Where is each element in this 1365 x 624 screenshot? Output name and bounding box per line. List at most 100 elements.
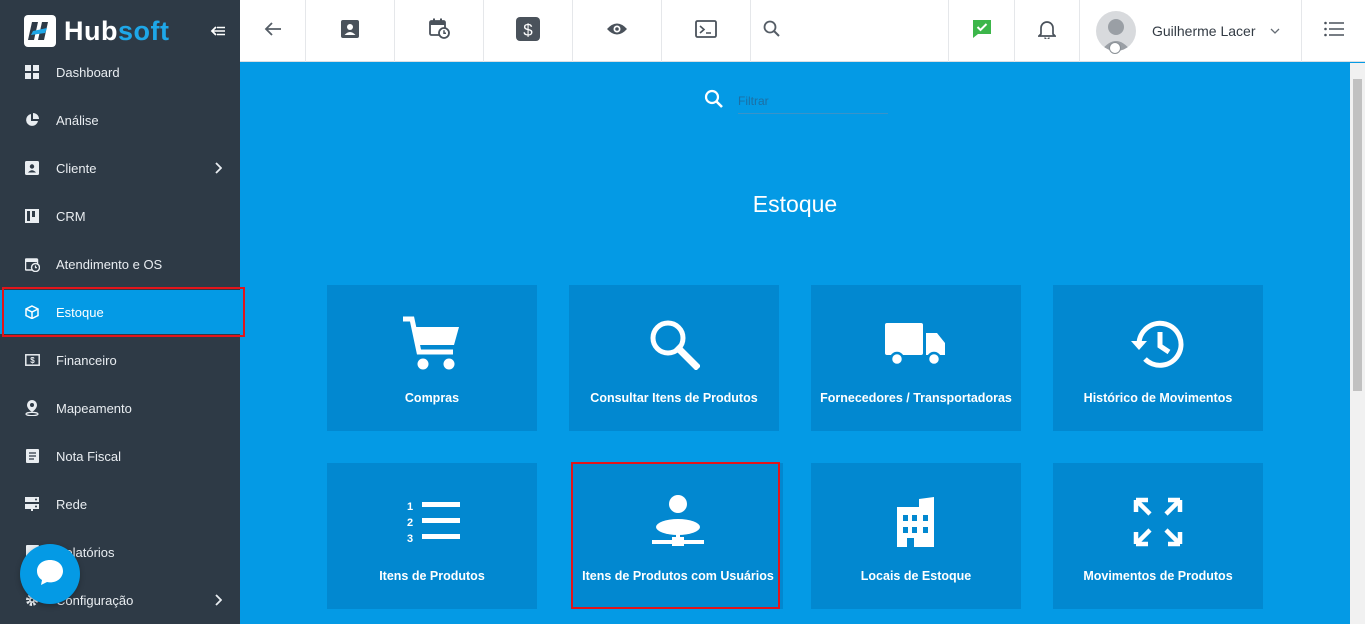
sidebar-item-label: Rede [56,496,88,512]
tile-itens-produtos-usuarios[interactable]: Itens de Produtos com Usuários [573,463,783,609]
terminal-icon [695,19,717,43]
sidebar-item-rede[interactable]: Rede [0,482,240,526]
user-network-icon [573,491,783,553]
sidebar-item-label: Nota Fiscal [56,448,122,464]
sidebar-item-label: Estoque [56,304,104,320]
tile-label: Itens de Produtos com Usuários [582,569,774,583]
filter-input[interactable] [738,89,888,114]
sidebar-item-crm[interactable]: CRM [0,194,240,238]
sidebar-item-label: Financeiro [56,352,117,368]
tile-itens-produtos[interactable]: 1 2 3 Itens de Produtos [327,463,537,609]
svg-text:1: 1 [407,501,413,513]
sidebar-item-label: CRM [56,208,86,224]
user-menu[interactable]: Guilherme Lacer [1080,0,1302,62]
document-icon [24,448,40,464]
chat-bubble-icon [34,557,66,592]
scrollbar-thumb[interactable] [1353,79,1362,391]
calendar-clock-icon [24,256,40,272]
check-message-icon [972,19,992,44]
brand-logo-icon [24,15,56,47]
schedule-shortcut-button[interactable] [395,0,484,62]
finance-shortcut-button[interactable]: $ [484,0,573,62]
tile-label: Movimentos de Produtos [1083,569,1233,583]
tile-historico[interactable]: Histórico de Movimentos [1053,285,1263,431]
tile-label: Compras [404,391,460,405]
sidebar-item-estoque[interactable]: Estoque [0,290,240,334]
shopping-cart-icon [327,313,537,375]
dollar-icon: $ [516,16,540,46]
terminal-shortcut-button[interactable] [662,0,751,62]
back-button[interactable] [240,0,306,62]
global-search-button[interactable] [751,0,792,62]
chevron-right-icon [214,594,223,609]
svg-text:2: 2 [407,517,413,529]
history-icon [1053,313,1263,375]
server-icon [24,496,40,512]
notifications-button[interactable] [1015,0,1080,62]
contact-card-icon [341,19,359,43]
kanban-icon [24,208,40,224]
chevron-down-icon [1270,22,1280,40]
sidebar-item-label: Análise [56,112,99,128]
dashboard-icon [24,64,40,80]
collapse-sidebar-icon[interactable] [209,22,227,40]
chat-button[interactable] [20,544,80,604]
brand-name-part1: Hub [64,15,118,46]
sidebar-item-label: Atendimento e OS [56,256,163,272]
sidebar-item-label: Mapeamento [56,400,132,416]
clients-shortcut-button[interactable] [306,0,395,62]
tile-label: Locais de Estoque [860,569,972,583]
filter-search [704,89,888,114]
tile-locais-estoque[interactable]: Locais de Estoque [811,463,1021,609]
sidebar-item-mapeamento[interactable]: Mapeamento [0,386,240,430]
tile-label: Itens de Produtos [379,569,485,583]
top-bar: $ Guilherme Lacer [240,0,1365,62]
arrows-move-icon [1053,491,1263,553]
svg-text:$: $ [523,20,533,39]
search-icon [704,89,724,114]
page-title: Estoque [752,191,838,217]
map-pin-icon [24,400,40,416]
sidebar-item-analise[interactable]: Análise [0,98,240,142]
tile-fornecedores[interactable]: Fornecedores / Transportadoras [811,285,1021,431]
svg-text:3: 3 [407,533,413,545]
box-icon [24,304,40,320]
tile-movimentos-produtos[interactable]: Movimentos de Produtos [1053,463,1263,609]
view-shortcut-button[interactable] [573,0,662,62]
calendar-clock-icon [428,18,450,44]
list-menu-icon [1323,21,1344,42]
search-icon [763,20,780,42]
scrollbar[interactable] [1350,63,1365,624]
tile-compras[interactable]: Compras [327,285,537,431]
tile-label: Histórico de Movimentos [1083,391,1233,405]
sidebar: Hubsoft Dashboard Análise Cliente CRM At… [0,0,240,624]
brand-name-part2: soft [117,15,170,46]
bell-icon [1036,19,1058,44]
truck-icon [811,313,1021,375]
topbar-spacer [792,0,949,62]
svg-text:$: $ [30,356,35,365]
sidebar-item-label: Cliente [56,160,97,176]
tile-label: Consultar Itens de Produtos [590,391,758,405]
building-icon [811,491,1021,553]
pie-chart-icon [24,112,40,128]
sidebar-item-dashboard[interactable]: Dashboard [0,50,240,94]
main-content: Estoque Compras Consultar Itens de Produ… [240,63,1350,624]
chevron-right-icon [214,162,223,177]
sidebar-item-cliente[interactable]: Cliente [0,146,240,190]
menu-list-button[interactable] [1302,0,1365,62]
tile-consultar-itens[interactable]: Consultar Itens de Produtos [569,285,779,431]
numbered-list-icon: 1 2 3 [327,491,537,553]
tasks-button[interactable] [949,0,1015,62]
sidebar-item-financeiro[interactable]: $ Financeiro [0,338,240,382]
brand-name: Hubsoft [64,15,170,46]
magnifier-icon [569,313,779,375]
eye-icon [606,22,628,41]
sidebar-item-atendimento[interactable]: Atendimento e OS [0,242,240,286]
tile-label: Fornecedores / Transportadoras [820,391,1012,405]
money-icon: $ [24,352,40,368]
contact-card-icon [24,160,40,176]
back-arrow-icon [264,21,282,42]
user-name: Guilherme Lacer [1152,23,1256,39]
sidebar-item-nota-fiscal[interactable]: Nota Fiscal [0,434,240,478]
